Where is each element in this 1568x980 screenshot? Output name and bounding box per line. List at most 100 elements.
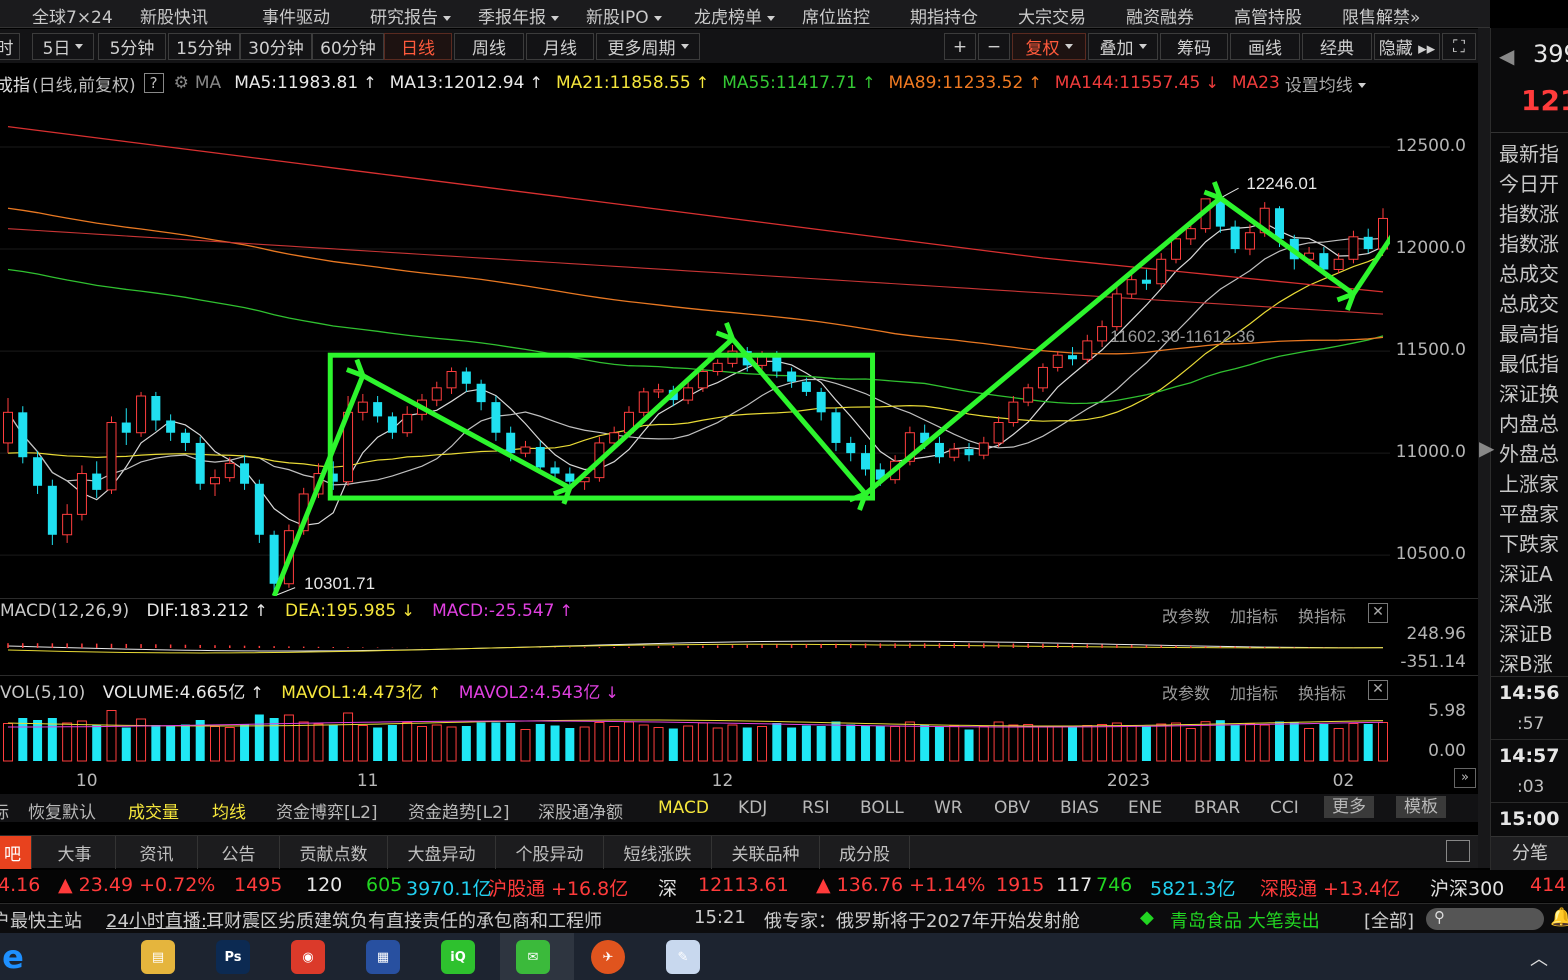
period-button[interactable]: 月线 <box>526 33 594 60</box>
tonghuashun-taskbar-icon[interactable]: ✈ <box>591 940 625 974</box>
macd-params-button[interactable]: 改参数 <box>1162 603 1210 627</box>
chart-tool-button[interactable]: 叠加 <box>1088 33 1158 60</box>
app-taskbar-icon[interactable]: ▦ <box>366 940 400 974</box>
paint-taskbar-icon[interactable]: ✎ <box>666 940 700 974</box>
candlestick <box>1156 253 1167 288</box>
top-menu-item[interactable]: 高管持股 <box>1234 3 1302 28</box>
chevron-up-icon[interactable]: ︿ <box>1530 945 1548 971</box>
indicator-tab[interactable]: OBV <box>994 798 1030 818</box>
indicator-tab[interactable]: 成交量 <box>128 798 179 823</box>
indicator-tab[interactable]: 模板 <box>1396 796 1446 818</box>
vol-close-icon[interactable]: ✕ <box>1368 680 1388 700</box>
bottom-tab[interactable]: 公告 <box>198 836 280 869</box>
period-button[interactable]: 周线 <box>454 33 524 60</box>
bottom-tab[interactable]: 大盘异动 <box>388 836 496 869</box>
indicator-tab[interactable]: 标 <box>0 798 9 823</box>
alert-scope[interactable]: [全部] <box>1364 907 1414 933</box>
collapse-right-icon[interactable]: ▶ <box>1479 436 1494 460</box>
top-menu-item[interactable]: 期指持仓 <box>910 3 978 28</box>
stat-label: 深证A <box>1499 562 1553 586</box>
top-menu-item[interactable]: 新股快讯 <box>140 3 208 28</box>
tick-detail-tab[interactable]: 分笔 <box>1491 836 1568 870</box>
top-menu-item[interactable]: 席位监控 <box>802 3 870 28</box>
bottom-tab[interactable]: 短线涨跌 <box>604 836 712 869</box>
bottom-tab[interactable]: 大事 <box>34 836 116 869</box>
vol-params-button[interactable]: 改参数 <box>1162 680 1210 704</box>
period-button[interactable]: 5分钟 <box>98 33 166 60</box>
top-menu-item[interactable]: 限售解禁» <box>1342 3 1420 28</box>
explorer-taskbar-icon[interactable]: ▤ <box>141 940 175 974</box>
chart-tool-button[interactable]: 经典 <box>1302 33 1372 60</box>
indicator-tab[interactable]: WR <box>934 798 963 818</box>
iqiyi-taskbar-icon[interactable]: iQ <box>441 940 475 974</box>
period-button[interactable]: 5日 <box>32 33 94 60</box>
indicator-tab[interactable]: 恢复默认 <box>28 798 96 823</box>
vol-add-indicator-button[interactable]: 加指标 <box>1230 680 1278 704</box>
chart-tool-button[interactable]: 筹码 <box>1160 33 1228 60</box>
edge-taskbar-icon[interactable]: e <box>0 938 30 976</box>
macd-add-indicator-button[interactable]: 加指标 <box>1230 603 1278 627</box>
indicator-tab[interactable]: ENE <box>1128 798 1162 818</box>
indicator-tab[interactable]: 资金趋势[L2] <box>408 798 510 823</box>
indicator-tab[interactable]: 资金博弈[L2] <box>276 798 378 823</box>
period-button[interactable]: 15分钟 <box>168 33 240 60</box>
chart-tool-button[interactable]: − <box>978 33 1010 60</box>
photoshop-taskbar-icon[interactable]: Ps <box>216 940 250 974</box>
chart-tool-button[interactable]: 复权 <box>1012 33 1086 60</box>
indicator-tab[interactable]: 深股通净额 <box>538 798 623 823</box>
scroll-right-icon[interactable]: » <box>1454 768 1476 788</box>
indicator-tab[interactable]: 均线 <box>212 798 246 823</box>
macd-close-icon[interactable]: ✕ <box>1368 603 1388 623</box>
vol-switch-indicator-button[interactable]: 换指标 <box>1298 680 1346 704</box>
indicator-tab[interactable]: MACD <box>658 798 709 818</box>
period-button[interactable]: 日线 <box>384 33 452 60</box>
news-headline[interactable]: 耳财震区劣质建筑负有直接责任的承包商和工程师 <box>206 907 602 933</box>
kline-chart[interactable]: 12246.01 10301.71 11602.30-11612.36 <box>0 96 1390 596</box>
top-menu-item[interactable]: 新股IPO <box>586 3 662 28</box>
bell-icon[interactable]: 🔔 <box>1550 907 1568 928</box>
bottom-tab-bar: 吧大事 资讯 公告 贡献点数 大盘异动 个股异动 短线涨跌 关联品种 成分股 <box>0 835 1478 869</box>
bottom-tab[interactable]: 成分股 <box>820 836 910 869</box>
ma-settings-button[interactable]: 设置均线 <box>1285 71 1366 96</box>
bottom-tab[interactable]: 贡献点数 <box>280 836 388 869</box>
top-menu-item[interactable]: 事件驱动 <box>262 3 330 28</box>
chart-tool-button[interactable]: 隐藏 ▸▸ <box>1374 33 1440 60</box>
search-input[interactable]: ⚲ <box>1426 908 1544 930</box>
period-button[interactable]: 更多周期 <box>596 33 700 60</box>
bottom-tab[interactable]: 个股异动 <box>496 836 604 869</box>
bottom-tab[interactable]: 吧 <box>0 836 32 869</box>
indicator-tab[interactable]: CCI <box>1270 798 1299 818</box>
expand-panel-icon[interactable] <box>1446 840 1470 862</box>
top-menu-item[interactable]: 融资融券 <box>1126 3 1194 28</box>
indicator-tab[interactable]: BRAR <box>1194 798 1240 818</box>
top-menu-item[interactable]: 大宗交易 <box>1018 3 1086 28</box>
news-headline[interactable]: 俄专家：俄罗斯将于2027年开始发射舱 <box>764 907 1126 933</box>
period-button[interactable]: 60分钟 <box>312 33 384 60</box>
period-button[interactable]: 30分钟 <box>240 33 312 60</box>
live-link[interactable]: 24小时直播: <box>106 907 207 933</box>
candlestick <box>1037 363 1048 392</box>
collapse-left-icon[interactable]: ◀ <box>1499 44 1514 68</box>
top-menu-item[interactable]: 研究报告 <box>370 3 451 28</box>
indicator-tab[interactable]: BIAS <box>1060 798 1099 818</box>
indicator-tab[interactable]: RSI <box>802 798 830 818</box>
chart-tool-button[interactable]: ⛶ <box>1442 33 1476 60</box>
indicator-bar: 标恢复默认 成交量 均线 资金博弈[L2] 资金趋势[L2] 深股通净额 MACD KDJ RS… <box>0 794 1478 823</box>
chrome-taskbar-icon[interactable]: ◉ <box>291 940 325 974</box>
candlestick <box>787 367 797 388</box>
chart-tool-button[interactable]: 画线 <box>1230 33 1300 60</box>
top-menu-item[interactable]: 龙虎榜单 <box>694 3 775 28</box>
macd-switch-indicator-button[interactable]: 换指标 <box>1298 603 1346 627</box>
top-menu-item[interactable]: 季报年报 <box>478 3 559 28</box>
indicator-tab[interactable]: BOLL <box>860 798 904 818</box>
chart-tool-button[interactable]: + <box>944 33 976 60</box>
top-menu-item[interactable]: 全球7×24 <box>32 3 113 28</box>
bottom-tab[interactable]: 关联品种 <box>712 836 820 869</box>
help-icon[interactable]: ? <box>143 73 164 93</box>
indicator-tab[interactable]: KDJ <box>738 798 767 818</box>
bottom-tab[interactable]: 资讯 <box>116 836 198 869</box>
gear-icon[interactable]: ⚙ <box>174 73 189 93</box>
trade-alert[interactable]: 青岛食品 大笔卖出 <box>1170 907 1320 933</box>
period-button[interactable]: 时 <box>0 33 20 60</box>
indicator-tab[interactable]: 更多 <box>1324 796 1374 818</box>
